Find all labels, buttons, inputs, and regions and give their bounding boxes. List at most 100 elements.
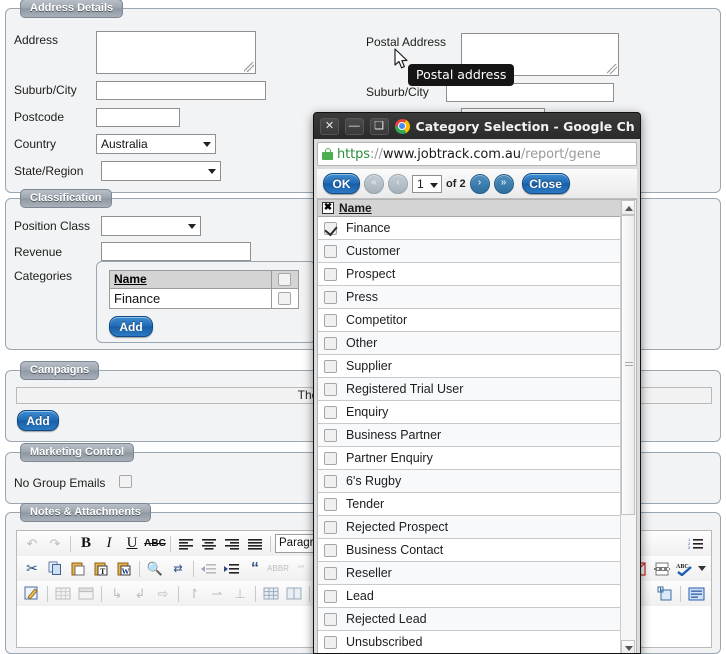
category-checkbox[interactable]: [324, 544, 337, 557]
category-checkbox[interactable]: [324, 222, 337, 235]
country-select[interactable]: Australia: [96, 134, 216, 154]
position-class-select[interactable]: [101, 216, 201, 236]
category-checkbox[interactable]: [324, 521, 337, 534]
category-checkbox[interactable]: [324, 567, 337, 580]
category-row[interactable]: Business Contact: [318, 539, 624, 562]
align-left-icon[interactable]: [175, 533, 197, 554]
revenue-input[interactable]: [101, 242, 251, 261]
insert-page-icon[interactable]: [654, 583, 676, 604]
next-page-button[interactable]: ›: [470, 174, 490, 194]
numbered-list-icon[interactable]: 123: [685, 533, 707, 554]
postcode-input[interactable]: [96, 108, 180, 127]
select-all-checkbox[interactable]: [278, 273, 291, 286]
category-row[interactable]: Lead: [318, 585, 624, 608]
state-region-select[interactable]: [101, 161, 221, 181]
category-row[interactable]: Rejected Lead: [318, 608, 624, 631]
category-name-column-header[interactable]: Name: [339, 201, 372, 215]
strikethrough-icon[interactable]: ABC: [144, 533, 166, 554]
cut-icon[interactable]: ✂: [21, 558, 43, 579]
close-icon[interactable]: ✕: [320, 118, 339, 135]
category-checkbox[interactable]: [324, 613, 337, 626]
italic-icon[interactable]: I: [98, 533, 120, 554]
insert-table-icon[interactable]: [52, 583, 74, 604]
scroll-down-arrow-icon[interactable]: [621, 640, 635, 654]
prev-page-button[interactable]: ‹: [388, 174, 408, 194]
category-row[interactable]: Partner Enquiry: [318, 447, 624, 470]
insert-row-before-icon[interactable]: ↳: [106, 583, 128, 604]
align-justify-icon[interactable]: [244, 533, 266, 554]
ok-button[interactable]: OK: [323, 173, 360, 194]
address-textarea[interactable]: [96, 31, 256, 74]
category-checkbox[interactable]: [324, 337, 337, 350]
paste-as-text-icon[interactable]: T: [90, 558, 112, 579]
category-checkbox[interactable]: [324, 406, 337, 419]
blockquote-icon[interactable]: “: [244, 558, 266, 579]
spellcheck-icon[interactable]: ABC: [674, 558, 696, 579]
category-row[interactable]: Prospect: [318, 263, 624, 286]
paste-icon[interactable]: [67, 558, 89, 579]
split-cell-icon[interactable]: [283, 583, 305, 604]
category-checkbox[interactable]: [324, 383, 337, 396]
merge-cells-icon[interactable]: [260, 583, 282, 604]
undo-icon[interactable]: ↶: [21, 533, 43, 554]
align-right-icon[interactable]: [221, 533, 243, 554]
minimize-icon[interactable]: —: [345, 118, 364, 135]
find-icon[interactable]: 🔍: [144, 558, 166, 579]
outdent-icon[interactable]: [198, 558, 220, 579]
show-blocks-icon[interactable]: [685, 583, 707, 604]
popup-titlebar[interactable]: ✕ — ❑ Category Selection - Google Ch...: [314, 113, 640, 139]
category-checkbox[interactable]: [324, 360, 337, 373]
indent-icon[interactable]: [221, 558, 243, 579]
category-row[interactable]: Customer: [318, 240, 624, 263]
quotation-icon[interactable]: “”: [290, 558, 312, 579]
scrollbar-thumb[interactable]: [621, 215, 635, 515]
paste-from-word-icon[interactable]: W: [113, 558, 135, 579]
categories-add-button[interactable]: Add: [109, 316, 153, 337]
no-group-emails-checkbox[interactable]: [119, 475, 132, 488]
category-checkbox[interactable]: [324, 452, 337, 465]
category-row[interactable]: Business Partner: [318, 424, 624, 447]
page-number-select[interactable]: 1: [412, 175, 442, 193]
deselect-all-icon[interactable]: ✖: [322, 202, 334, 214]
category-row[interactable]: Other: [318, 332, 624, 355]
category-row[interactable]: Competitor: [318, 309, 624, 332]
category-row[interactable]: Supplier: [318, 355, 624, 378]
category-checkbox[interactable]: [324, 291, 337, 304]
category-row[interactable]: Reseller: [318, 562, 624, 585]
delete-row-icon[interactable]: ⇨: [152, 583, 174, 604]
delete-column-icon[interactable]: ⊥: [229, 583, 251, 604]
maximize-icon[interactable]: ❑: [370, 118, 389, 135]
category-checkbox[interactable]: [324, 314, 337, 327]
scroll-up-arrow-icon[interactable]: [621, 200, 635, 215]
category-list-scrollbar[interactable]: [620, 200, 636, 654]
abbreviation-icon[interactable]: ABBR: [267, 558, 289, 579]
category-checkbox[interactable]: [324, 475, 337, 488]
close-button[interactable]: Close: [522, 173, 570, 194]
insert-column-after-icon[interactable]: ⇀: [206, 583, 228, 604]
category-checkbox[interactable]: [324, 268, 337, 281]
category-row[interactable]: Unsubscribed: [318, 631, 624, 654]
insert-column-before-icon[interactable]: ↾: [183, 583, 205, 604]
table-properties-icon[interactable]: [75, 583, 97, 604]
category-row[interactable]: Finance: [318, 217, 624, 240]
row-select-checkbox[interactable]: [278, 292, 291, 305]
edit-source-icon[interactable]: [21, 583, 43, 604]
underline-icon[interactable]: U: [121, 533, 143, 554]
replace-icon[interactable]: ⇄: [167, 558, 189, 579]
category-checkbox[interactable]: [324, 245, 337, 258]
align-center-icon[interactable]: [198, 533, 220, 554]
redo-icon[interactable]: ↷: [44, 533, 66, 554]
category-row[interactable]: Press: [318, 286, 624, 309]
page-break-icon[interactable]: [651, 558, 673, 579]
category-row[interactable]: 6's Rugby: [318, 470, 624, 493]
category-checkbox[interactable]: [324, 636, 337, 649]
suburb-city-input[interactable]: [96, 81, 266, 100]
insert-row-after-icon[interactable]: ↲: [129, 583, 151, 604]
category-row[interactable]: Enquiry: [318, 401, 624, 424]
last-page-button[interactable]: »: [494, 174, 514, 194]
category-row[interactable]: Registered Trial User: [318, 378, 624, 401]
bold-icon[interactable]: B: [75, 533, 97, 554]
category-checkbox[interactable]: [324, 498, 337, 511]
first-page-button[interactable]: «: [364, 174, 384, 194]
category-row[interactable]: Rejected Prospect: [318, 516, 624, 539]
